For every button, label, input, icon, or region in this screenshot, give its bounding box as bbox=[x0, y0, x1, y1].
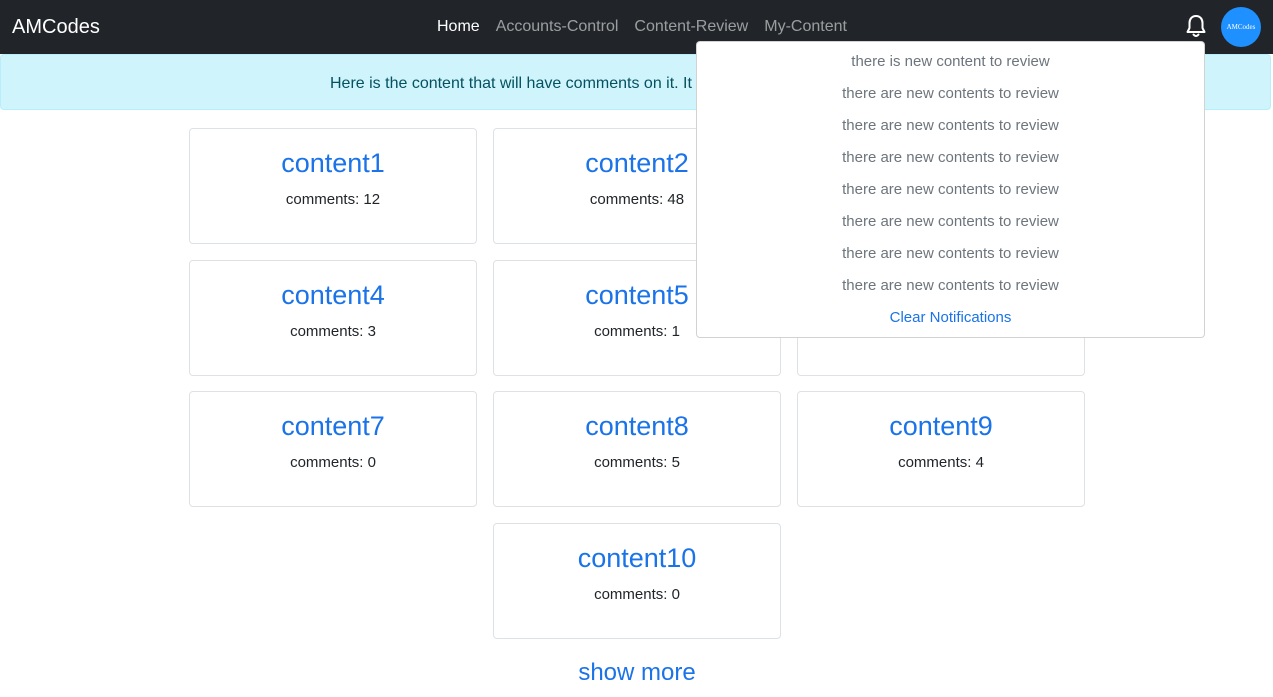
notification-item[interactable]: there are new contents to review bbox=[697, 146, 1204, 170]
notification-item[interactable]: there are new contents to review bbox=[697, 178, 1204, 202]
notification-item[interactable]: there is new content to review bbox=[697, 50, 1204, 74]
content-title-link[interactable]: content7 bbox=[190, 410, 476, 442]
notification-item[interactable]: there are new contents to review bbox=[697, 274, 1204, 298]
comments-count: comments: 0 bbox=[594, 586, 680, 603]
content-title-link[interactable]: content8 bbox=[494, 410, 780, 442]
content-card: content1 comments: 12 bbox=[189, 128, 477, 244]
notifications-dropdown: there is new content to review there are… bbox=[696, 41, 1205, 338]
nav-link-content-review[interactable]: Content-Review bbox=[634, 16, 748, 38]
content-title-link[interactable]: content10 bbox=[494, 542, 780, 574]
content-title-link[interactable]: content4 bbox=[190, 279, 476, 311]
comments-count: comments: 5 bbox=[594, 454, 680, 471]
nav-link-home[interactable]: Home bbox=[437, 16, 480, 38]
content-card: content7 comments: 0 bbox=[189, 391, 477, 507]
nav-link-my-content[interactable]: My-Content bbox=[764, 16, 847, 38]
avatar[interactable]: AMCodes bbox=[1221, 7, 1261, 47]
nav-link-accounts-control[interactable]: Accounts-Control bbox=[496, 16, 619, 38]
comments-count: comments: 4 bbox=[898, 454, 984, 471]
content-card: content8 comments: 5 bbox=[493, 391, 781, 507]
clear-notifications-button[interactable]: Clear Notifications bbox=[697, 306, 1204, 330]
content-card: content9 comments: 4 bbox=[797, 391, 1085, 507]
content-card: content10 comments: 0 bbox=[493, 523, 781, 639]
content-title-link[interactable]: content1 bbox=[190, 147, 476, 179]
nav-links: Home Accounts-Control Content-Review My-… bbox=[437, 16, 847, 38]
comments-count: comments: 3 bbox=[290, 323, 376, 340]
bell-icon[interactable] bbox=[1185, 14, 1207, 38]
show-more-link[interactable]: show more bbox=[493, 658, 781, 688]
comments-count: comments: 12 bbox=[285, 191, 381, 208]
notification-item[interactable]: there are new contents to review bbox=[697, 242, 1204, 266]
notification-item[interactable]: there are new contents to review bbox=[697, 82, 1204, 106]
content-card: content4 comments: 3 bbox=[189, 260, 477, 376]
comments-count: comments: 0 bbox=[290, 454, 376, 471]
notification-item[interactable]: there are new contents to review bbox=[697, 114, 1204, 138]
alert-text: Here is the content that will have comme… bbox=[330, 75, 692, 92]
content-title-link[interactable]: content9 bbox=[798, 410, 1084, 442]
brand-logo[interactable]: AMCodes bbox=[12, 14, 100, 40]
notification-item[interactable]: there are new contents to review bbox=[697, 210, 1204, 234]
